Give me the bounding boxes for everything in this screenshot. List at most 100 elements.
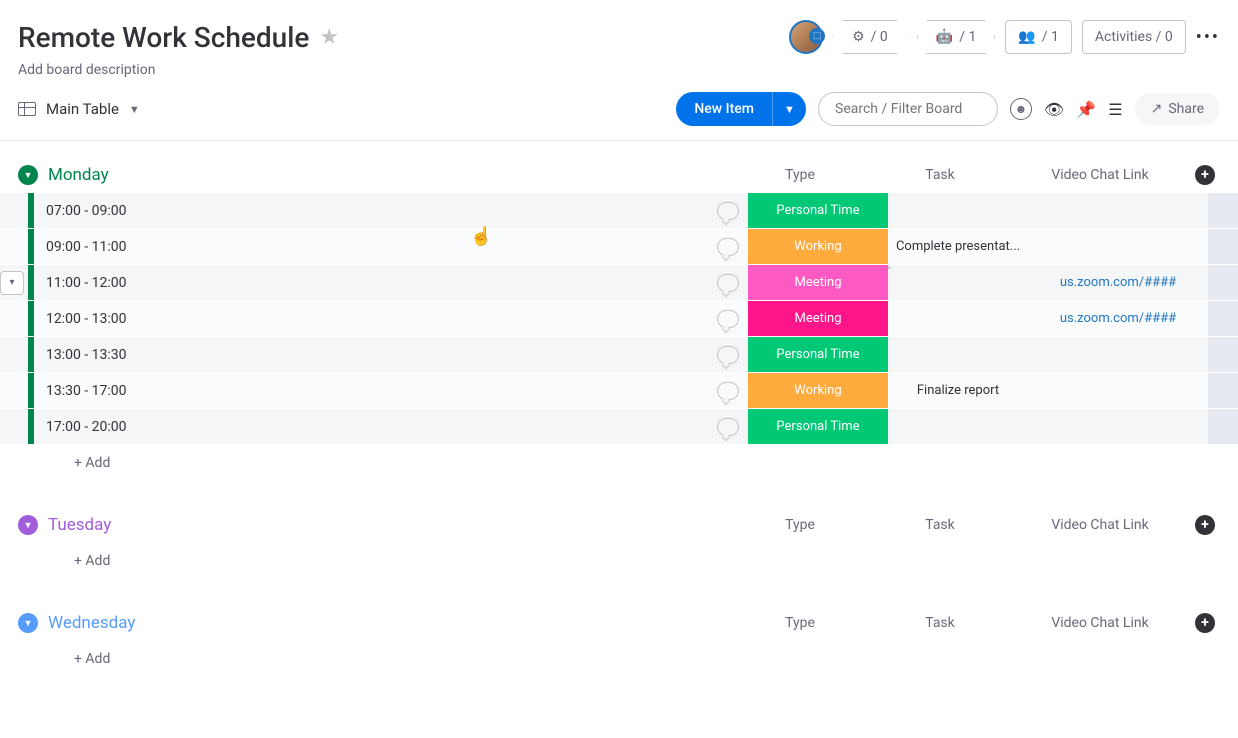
table-row[interactable]: ▾ 11:00 - 12:00 Meeting us.zoom.com/#### <box>0 265 1238 301</box>
add-column-button[interactable]: + <box>1190 165 1220 185</box>
type-cell[interactable]: Working <box>748 373 888 408</box>
activities-label: Activities / 0 <box>1095 29 1173 45</box>
chat-icon[interactable] <box>708 337 748 372</box>
filter-icon[interactable]: ☰ <box>1108 100 1122 119</box>
link-cell[interactable] <box>1028 373 1208 408</box>
task-cell[interactable]: Complete presentat... <box>888 229 1028 264</box>
type-cell[interactable]: Personal Time <box>748 193 888 228</box>
chevron-down-icon: ▼ <box>129 103 140 116</box>
new-item-button[interactable]: New Item <box>676 92 772 126</box>
row-time-cell[interactable]: 13:30 - 17:00 <box>34 373 708 408</box>
link-cell[interactable] <box>1028 409 1208 444</box>
chat-icon[interactable] <box>708 409 748 444</box>
table-row[interactable]: 07:00 - 09:00 Personal Time <box>0 193 1238 229</box>
type-cell[interactable]: Personal Time <box>748 337 888 372</box>
group-title[interactable]: Wednesday <box>48 613 135 633</box>
column-header-task[interactable]: Task <box>870 167 1010 183</box>
row-time-cell[interactable]: 07:00 - 09:00 <box>34 193 708 228</box>
people-icon: 👥 <box>1018 29 1035 45</box>
favorite-star-icon[interactable]: ★ <box>319 25 339 50</box>
integrations-pill[interactable]: ⚙ / 0 <box>833 20 907 54</box>
add-row-button[interactable]: + Add <box>34 553 110 569</box>
group-title[interactable]: Monday <box>48 165 109 185</box>
row-time-cell[interactable]: 09:00 - 11:00 <box>34 229 708 264</box>
collapse-toggle-icon[interactable]: ▼ <box>18 515 38 535</box>
row-end-spacer <box>1208 229 1238 264</box>
board-description[interactable]: Add board description <box>18 62 1220 78</box>
integrations-count: / 0 <box>871 29 888 45</box>
table-row[interactable]: 09:00 - 11:00 Working Complete presentat… <box>0 229 1238 265</box>
column-header-link[interactable]: Video Chat Link <box>1010 517 1190 533</box>
table-row[interactable]: 17:00 - 20:00 Personal Time <box>0 409 1238 445</box>
task-cell[interactable] <box>888 193 1028 228</box>
column-header-type[interactable]: Type <box>730 517 870 533</box>
more-options-icon[interactable]: ••• <box>1196 27 1220 48</box>
link-cell[interactable]: us.zoom.com/#### <box>1028 301 1208 336</box>
view-selector[interactable]: Main Table ▼ <box>18 100 140 118</box>
share-label: Share <box>1168 101 1204 117</box>
chat-icon[interactable] <box>708 301 748 336</box>
task-cell[interactable] <box>888 409 1028 444</box>
task-cell[interactable] <box>888 301 1028 336</box>
plug-icon: ⚙ <box>852 29 865 45</box>
hide-icon[interactable]: 👁 <box>1044 100 1064 119</box>
link-cell[interactable] <box>1028 193 1208 228</box>
table-row[interactable]: 12:00 - 13:00 Meeting us.zoom.com/#### <box>0 301 1238 337</box>
row-time-cell[interactable]: 17:00 - 20:00 <box>34 409 708 444</box>
task-cell[interactable] <box>888 265 1028 300</box>
share-button[interactable]: ↗ Share <box>1135 93 1220 125</box>
chat-icon[interactable] <box>708 229 748 264</box>
people-count: / 1 <box>1042 29 1059 45</box>
people-pill[interactable]: 👥 / 1 <box>1005 20 1072 54</box>
row-end-spacer <box>1208 373 1238 408</box>
row-end-spacer <box>1208 265 1238 300</box>
row-time-cell[interactable]: 11:00 - 12:00 <box>34 265 708 300</box>
person-filter-icon[interactable]: ☻ <box>1010 98 1032 120</box>
type-cell[interactable]: Working <box>748 229 888 264</box>
column-header-type[interactable]: Type <box>730 167 870 183</box>
link-cell[interactable] <box>1028 337 1208 372</box>
avatar-badge-icon: ⬚ <box>809 28 825 44</box>
link-cell[interactable]: us.zoom.com/#### <box>1028 265 1208 300</box>
table-row[interactable]: 13:00 - 13:30 Personal Time <box>0 337 1238 373</box>
activities-pill[interactable]: Activities / 0 <box>1082 20 1186 54</box>
table-row[interactable]: 13:30 - 17:00 Working Finalize report <box>0 373 1238 409</box>
collapse-toggle-icon[interactable]: ▼ <box>18 165 38 185</box>
task-cell[interactable] <box>888 337 1028 372</box>
avatar[interactable]: ⬚ <box>789 20 823 54</box>
column-header-task[interactable]: Task <box>870 517 1010 533</box>
column-header-task[interactable]: Task <box>870 615 1010 631</box>
chat-icon[interactable] <box>708 373 748 408</box>
automations-count: / 1 <box>959 29 976 45</box>
link-cell[interactable] <box>1028 229 1208 264</box>
expand-row-icon[interactable]: ▾ <box>0 271 24 295</box>
table-icon <box>18 102 36 116</box>
search-input[interactable] <box>818 92 998 126</box>
row-time-cell[interactable]: 13:00 - 13:30 <box>34 337 708 372</box>
add-row-button[interactable]: + Add <box>34 455 110 471</box>
add-row-button[interactable]: + Add <box>34 651 110 667</box>
add-column-button[interactable]: + <box>1190 515 1220 535</box>
column-header-link[interactable]: Video Chat Link <box>1010 615 1190 631</box>
add-column-button[interactable]: + <box>1190 613 1220 633</box>
row-end-spacer <box>1208 301 1238 336</box>
task-cell[interactable]: Finalize report <box>888 373 1028 408</box>
automations-pill[interactable]: 🤖 / 1 <box>917 20 996 54</box>
column-header-link[interactable]: Video Chat Link <box>1010 167 1190 183</box>
row-end-spacer <box>1208 337 1238 372</box>
collapse-toggle-icon[interactable]: ▼ <box>18 613 38 633</box>
board-title[interactable]: Remote Work Schedule <box>18 21 309 54</box>
group-title[interactable]: Tuesday <box>48 515 111 535</box>
chat-icon[interactable] <box>708 193 748 228</box>
row-time-cell[interactable]: 12:00 - 13:00 <box>34 301 708 336</box>
share-arrow-icon: ↗ <box>1151 101 1163 117</box>
robot-icon: 🤖 <box>936 29 953 45</box>
type-cell[interactable]: Meeting <box>748 265 888 300</box>
chat-icon[interactable] <box>708 265 748 300</box>
column-header-type[interactable]: Type <box>730 615 870 631</box>
new-item-dropdown-button[interactable]: ▼ <box>772 92 806 126</box>
type-cell[interactable]: Personal Time <box>748 409 888 444</box>
type-cell[interactable]: Meeting <box>748 301 888 336</box>
pin-icon[interactable]: 📌 <box>1076 100 1096 119</box>
row-end-spacer <box>1208 193 1238 228</box>
